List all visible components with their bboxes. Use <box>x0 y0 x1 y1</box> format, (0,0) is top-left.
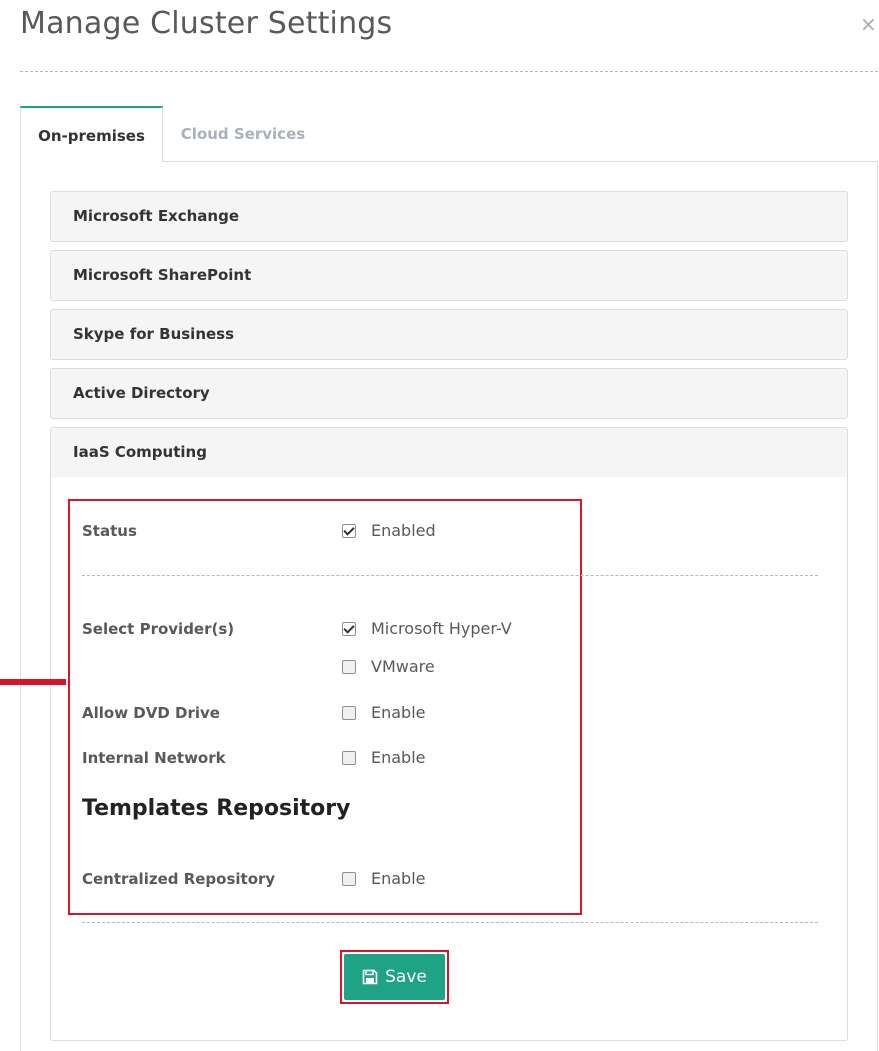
centralized-repository-label: Centralized Repository <box>82 870 276 888</box>
status-enabled-option[interactable]: Enabled <box>342 521 436 541</box>
status-label: Status <box>82 522 137 540</box>
provider-vmware-checkbox[interactable] <box>342 660 356 674</box>
status-enabled-checkbox[interactable] <box>342 524 356 538</box>
provider-hyperv-checkbox[interactable] <box>342 622 356 636</box>
allow-dvd-checkbox[interactable] <box>342 706 356 720</box>
accordion-item-iaas-computing[interactable]: IaaS Computing <box>50 427 848 478</box>
internal-network-option[interactable]: Enable <box>342 748 426 768</box>
templates-repository-heading: Templates Repository <box>82 796 351 821</box>
internal-network-label: Internal Network <box>82 749 226 767</box>
internal-network-text: Enable <box>371 748 426 767</box>
floppy-disk-icon <box>362 969 378 985</box>
header-divider <box>20 71 878 72</box>
provider-vmware-text: VMware <box>371 657 435 676</box>
section-divider <box>82 575 818 576</box>
centralized-repository-checkbox[interactable] <box>342 872 356 886</box>
centralized-repository-option[interactable]: Enable <box>342 869 426 889</box>
internal-network-checkbox[interactable] <box>342 751 356 765</box>
provider-hyperv-text: Microsoft Hyper-V <box>371 619 512 638</box>
accordion-item-microsoft-sharepoint[interactable]: Microsoft SharePoint <box>50 250 848 301</box>
save-button-label: Save <box>385 967 427 987</box>
accordion-item-skype-for-business[interactable]: Skype for Business <box>50 309 848 360</box>
centralized-repository-text: Enable <box>371 869 426 888</box>
accordion-item-active-directory[interactable]: Active Directory <box>50 368 848 419</box>
dialog-title: Manage Cluster Settings <box>20 6 393 41</box>
tab-on-premises[interactable]: On-premises <box>20 106 163 162</box>
provider-vmware-option[interactable]: VMware <box>342 657 435 677</box>
accordion-item-microsoft-exchange[interactable]: Microsoft Exchange <box>50 191 848 242</box>
allow-dvd-text: Enable <box>371 703 426 722</box>
close-icon[interactable]: × <box>860 12 877 36</box>
tab-cloud-services[interactable]: Cloud Services <box>163 106 323 162</box>
allow-dvd-option[interactable]: Enable <box>342 703 426 723</box>
status-enabled-text: Enabled <box>371 521 436 540</box>
provider-hyperv-option[interactable]: Microsoft Hyper-V <box>342 619 512 639</box>
footer-divider <box>82 922 818 923</box>
select-providers-label: Select Provider(s) <box>82 620 235 638</box>
highlight-arrow <box>0 679 66 685</box>
save-button[interactable]: Save <box>344 954 445 1000</box>
allow-dvd-label: Allow DVD Drive <box>82 704 220 722</box>
